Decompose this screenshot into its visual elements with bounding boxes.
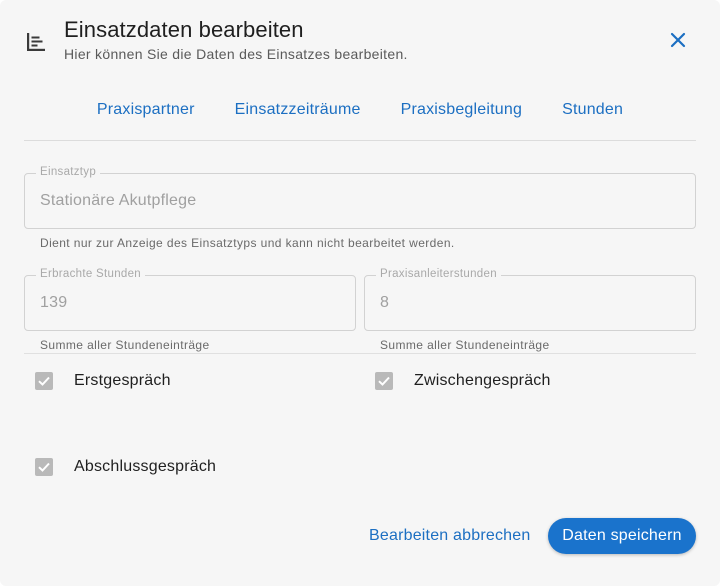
praxisanleiterstunden-field: Praxisanleiterstunden 8: [364, 268, 696, 331]
praxisanleiterstunden-value: 8: [380, 294, 390, 311]
dialog-subtitle: Hier können Sie die Daten des Einsatzes …: [64, 46, 408, 62]
tab-bar: Praxispartner Einsatzzeiträume Praxisbeg…: [24, 84, 696, 141]
zwischengespraech-checkbox-row: Zwischengespräch: [364, 372, 551, 390]
timeline-icon: [24, 30, 48, 54]
edit-assignment-dialog: Einsatzdaten bearbeiten Hier können Sie …: [0, 0, 720, 586]
einsatztyp-hint: Dient nur zur Anzeige des Einsatztyps un…: [40, 236, 455, 250]
tab-stunden[interactable]: Stunden: [562, 84, 623, 140]
tab-praxispartner[interactable]: Praxispartner: [97, 84, 195, 140]
abschlussgespraech-checkbox-row: Abschlussgespräch: [24, 458, 216, 476]
abschlussgespraech-checkbox[interactable]: [35, 458, 53, 476]
save-data-button[interactable]: Daten speichern: [548, 518, 696, 554]
tab-einsatzzeitraeume[interactable]: Einsatzzeiträume: [235, 84, 361, 140]
cancel-edit-button[interactable]: Bearbeiten abbrechen: [356, 518, 543, 554]
check-icon: [38, 462, 50, 472]
erbrachte-stunden-hint: Summe aller Stundeneinträge: [40, 338, 210, 352]
erstgespraech-checkbox-row: Erstgespräch: [24, 372, 171, 390]
zwischengespraech-label: Zwischengespräch: [414, 372, 551, 389]
tab-praxisbegleitung[interactable]: Praxisbegleitung: [401, 84, 523, 140]
erbrachte-stunden-value: 139: [40, 294, 68, 311]
check-icon: [38, 376, 50, 386]
check-icon: [378, 376, 390, 386]
einsatztyp-label: Einsatztyp: [36, 166, 101, 178]
einsatztyp-value: Stationäre Akutpflege: [40, 192, 197, 209]
abschlussgespraech-label: Abschlussgespräch: [74, 458, 217, 475]
einsatztyp-field: Einsatztyp Stationäre Akutpflege: [24, 166, 696, 229]
zwischengespraech-checkbox[interactable]: [375, 372, 393, 390]
dialog-title: Einsatzdaten bearbeiten: [64, 17, 304, 42]
erstgespraech-label: Erstgespräch: [74, 372, 171, 389]
close-button[interactable]: [664, 28, 692, 56]
erbrachte-stunden-field: Erbrachte Stunden 139: [24, 268, 356, 331]
erbrachte-stunden-label: Erbrachte Stunden: [36, 268, 145, 280]
section-divider: [24, 353, 696, 354]
praxisanleiterstunden-label: Praxisanleiterstunden: [376, 268, 501, 280]
erstgespraech-checkbox[interactable]: [35, 372, 53, 390]
praxisanleiterstunden-hint: Summe aller Stundeneinträge: [380, 338, 550, 352]
close-icon: [670, 32, 686, 53]
